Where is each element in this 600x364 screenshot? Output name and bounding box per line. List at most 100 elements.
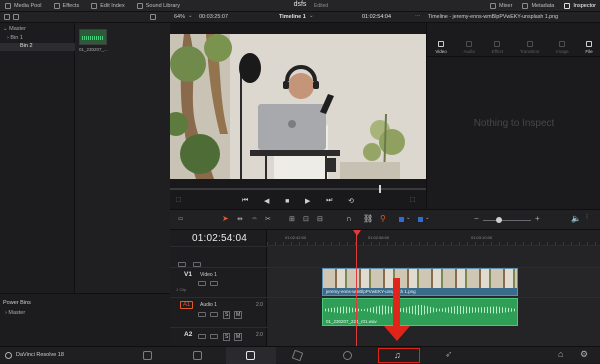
page-color[interactable]	[338, 347, 358, 364]
snapping-icon[interactable]: ∩	[346, 214, 352, 223]
page-cut[interactable]	[188, 347, 208, 364]
replace-clip-icon[interactable]: ⊟	[317, 215, 323, 223]
layout-icon[interactable]: ▭	[178, 216, 183, 222]
inspector-button[interactable]: Inspector	[564, 3, 596, 9]
blade-tool-icon[interactable]: ✂	[265, 215, 271, 223]
top-toolbar-right: Mixer Metadata Inspector	[489, 0, 596, 12]
timeline-area[interactable]: 01:02:42:00 01:02:56:00 01:03:10:00 jere…	[267, 230, 600, 346]
grid-view-icon[interactable]	[13, 14, 19, 20]
power-bins-master[interactable]: › Master	[5, 310, 25, 316]
color-page-icon	[343, 351, 352, 360]
viewer-layout-icon[interactable]	[150, 14, 156, 20]
page-fusion[interactable]	[288, 347, 308, 364]
track-id-a1[interactable]: A1	[180, 301, 194, 309]
project-state: Edited	[314, 3, 329, 9]
selection-tool-icon[interactable]: ➤	[222, 214, 229, 223]
tab-file[interactable]: File	[585, 41, 593, 54]
zoom-out-icon[interactable]: −	[474, 214, 479, 223]
bin-list: ⌄ Master › Bin 1 Bin 2	[0, 23, 75, 293]
position-lock-icon[interactable]: ⚲	[380, 214, 386, 223]
ruler-label-1: 01:02:42:00	[285, 235, 307, 240]
track-level-a1: 2.0	[256, 302, 263, 308]
tab-image[interactable]: Image	[556, 41, 569, 54]
timeline-name[interactable]: Timeline 1	[279, 14, 306, 20]
effects-button[interactable]: Effects	[53, 3, 79, 9]
flag-color-icon[interactable]	[399, 217, 404, 222]
skip-to-start-icon[interactable]: ⏮	[242, 197, 248, 205]
video-tab-icon	[438, 41, 445, 47]
marker-dropdown-chevron-icon[interactable]: ⌄	[425, 215, 430, 221]
trim-tool-icon[interactable]: ⇹	[237, 215, 243, 223]
a2-auto-select-icon[interactable]	[210, 334, 218, 339]
list-view-icon[interactable]	[4, 14, 10, 20]
timeline-ruler[interactable]: 01:02:42:00 01:02:56:00 01:03:10:00	[267, 230, 600, 246]
project-title: dsfs	[293, 1, 307, 8]
track-headers: 01:02:54:04 V1 Video 1 1 Clip A1 Audio 1…	[170, 230, 267, 346]
dynamic-trim-icon[interactable]: ⇔	[251, 215, 258, 222]
v1-lock-icon[interactable]	[198, 281, 206, 286]
overwrite-clip-icon[interactable]: ⊡	[303, 215, 309, 223]
zoom-level[interactable]: 64%	[174, 14, 185, 20]
sound-library-button[interactable]: Sound Library	[136, 3, 180, 9]
page-edit[interactable]	[226, 347, 276, 364]
home-icon[interactable]: ⌂	[558, 349, 563, 359]
metadata-button[interactable]: Metadata	[522, 3, 554, 9]
timeline-zoom-slider-handle[interactable]	[496, 217, 502, 223]
marker-color-icon[interactable]	[418, 217, 423, 222]
stop-icon[interactable]: ■	[285, 198, 289, 205]
timeline-dropdown-chevron-icon[interactable]: ⌄	[309, 13, 314, 19]
fusion-page-icon	[291, 349, 304, 362]
viewer-scrubber-track[interactable]	[170, 188, 426, 190]
zoom-dropdown-chevron-icon[interactable]: ⌄	[188, 13, 193, 19]
media-pool-button[interactable]: Media Pool	[5, 3, 42, 9]
a1-solo-button[interactable]: S	[223, 311, 231, 319]
page-media[interactable]	[138, 347, 158, 364]
zoom-in-icon[interactable]: +	[535, 214, 540, 223]
speaker-icon[interactable]: 🔈	[571, 214, 581, 223]
a2-mute-button[interactable]: M	[234, 333, 243, 341]
viewer-mode-icon[interactable]: ⬚	[176, 197, 181, 203]
viewer-settings-icon[interactable]: ⬚	[410, 197, 415, 203]
page-deliver[interactable]: ➶	[440, 347, 460, 364]
playhead-line[interactable]	[356, 230, 357, 346]
skip-to-end-icon[interactable]: ⏭	[326, 197, 332, 205]
a1-auto-select-icon[interactable]	[210, 312, 218, 317]
a2-solo-button[interactable]: S	[223, 333, 231, 341]
a1-lock-icon[interactable]	[198, 312, 206, 317]
track-header-a1: A1 Audio 1 2.0 S M	[170, 297, 267, 327]
track-id-a2: A2	[184, 331, 193, 338]
bin-1[interactable]: › Bin 1	[7, 35, 23, 41]
v1-auto-select-icon[interactable]	[210, 281, 218, 286]
settings-icon[interactable]: ⚙	[580, 349, 588, 360]
mixer-button[interactable]: Mixer	[489, 3, 512, 9]
tab-transition[interactable]: Transition	[520, 41, 539, 54]
page-fairlight[interactable]: ♫	[378, 348, 420, 363]
play-icon[interactable]: ▶	[305, 197, 310, 205]
a2-lock-icon[interactable]	[198, 334, 206, 339]
cut-page-icon	[193, 351, 202, 360]
audio-clip[interactable]: 01_230207_224_r01.wav	[322, 298, 518, 326]
timeline-zoom-slider[interactable]	[483, 220, 531, 221]
tab-audio[interactable]: Audio	[463, 41, 475, 54]
file-tab-icon	[585, 41, 592, 47]
audio-meter-icon[interactable]: ⫶	[586, 214, 588, 222]
tab-effect[interactable]: Effect	[492, 41, 503, 54]
transport-controls: ⏮ ◀ ■ ▶ ⏭ ⟲	[242, 196, 354, 206]
audio-clip-thumbnail[interactable]	[79, 29, 107, 45]
a1-mute-button[interactable]: M	[234, 311, 243, 319]
tab-video[interactable]: Video	[435, 41, 447, 54]
loop-icon[interactable]: ⟲	[348, 197, 354, 205]
bin-2[interactable]: Bin 2	[0, 43, 75, 51]
play-reverse-icon[interactable]: ◀	[264, 197, 269, 205]
linked-selection-icon[interactable]: ⛓	[363, 214, 373, 223]
viewer-scrubber-handle[interactable]	[379, 185, 381, 193]
flag-dropdown-chevron-icon[interactable]: ⌄	[406, 215, 411, 221]
transition-tab-icon	[526, 41, 533, 47]
bin-master[interactable]: ⌄ Master	[3, 26, 26, 32]
insert-clip-icon[interactable]: ⊞	[289, 215, 295, 223]
edit-index-button[interactable]: Edit Index	[91, 3, 125, 9]
video-clip[interactable]: jeremy-enns-wmBlpPVwEKY-unsplash 1.png	[322, 268, 518, 296]
mixer-icon	[489, 3, 496, 9]
playhead-marker[interactable]	[353, 230, 361, 236]
more-options-icon[interactable]: ···	[415, 13, 421, 19]
